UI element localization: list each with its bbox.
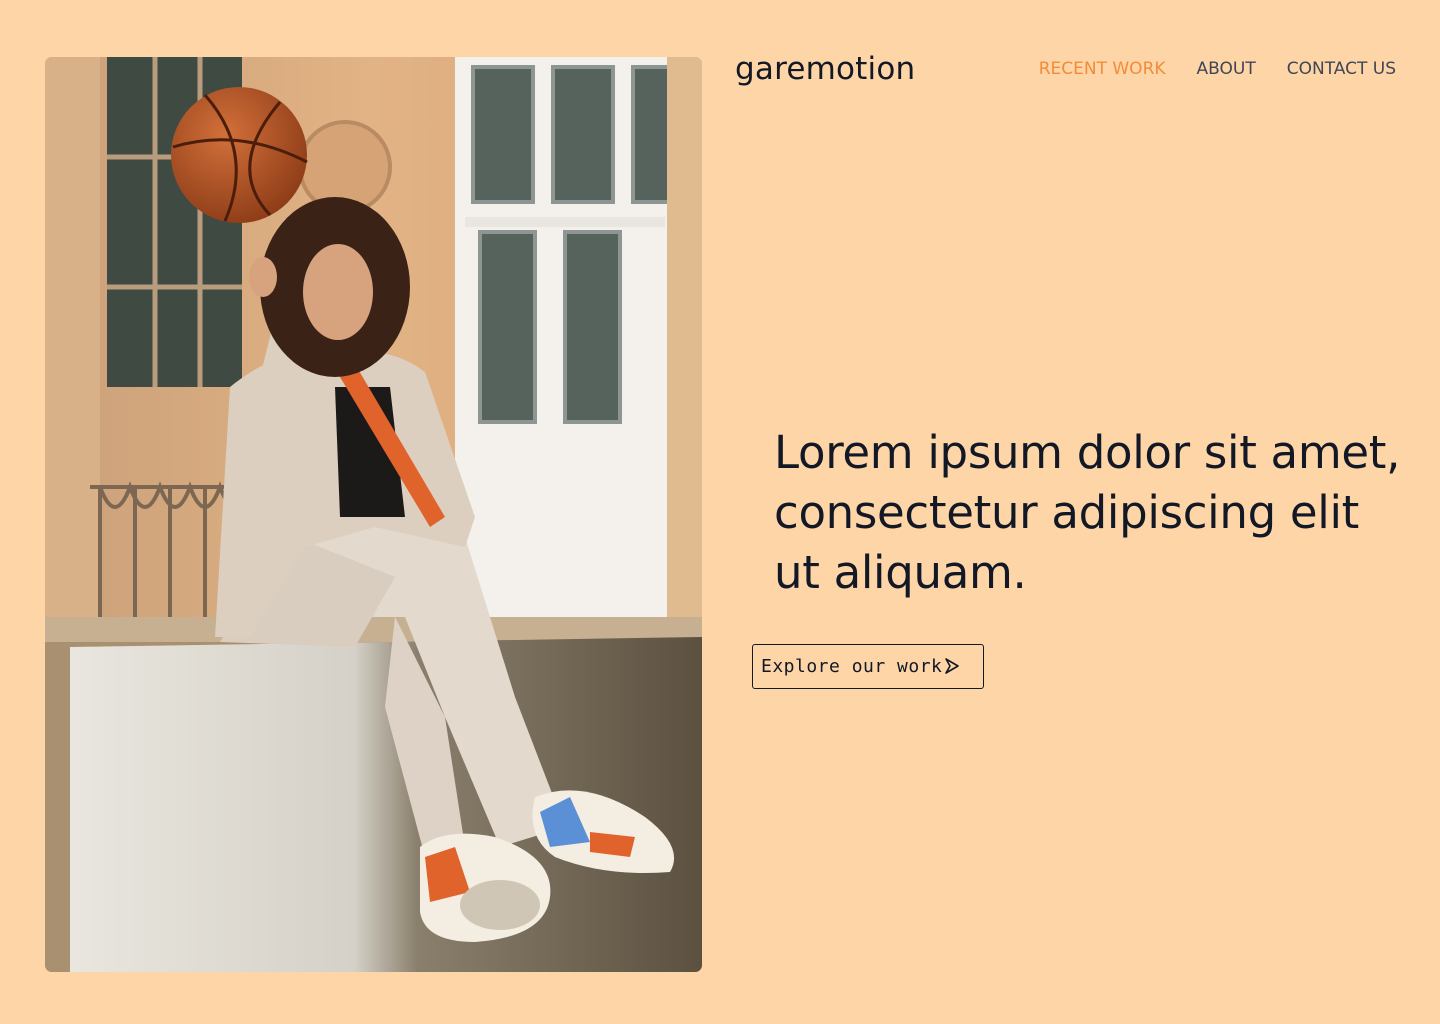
arrow-right-icon [945,658,959,674]
explore-button-label: Explore our work [761,656,943,677]
explore-our-work-button[interactable]: Explore our work [752,644,984,689]
brand-logo[interactable]: garemotion [735,48,915,90]
main-nav: RECENT WORK ABOUT CONTACT US [1039,58,1396,80]
nav-recent-work[interactable]: RECENT WORK [1039,58,1166,80]
nav-contact-us[interactable]: CONTACT US [1287,58,1396,80]
hero-headline: Lorem ipsum dolor sit amet, consectetur … [774,426,1401,599]
hero-photo [45,57,702,972]
nav-about[interactable]: ABOUT [1197,58,1256,80]
landing-page: garemotion RECENT WORK ABOUT CONTACT US … [0,0,1440,1024]
